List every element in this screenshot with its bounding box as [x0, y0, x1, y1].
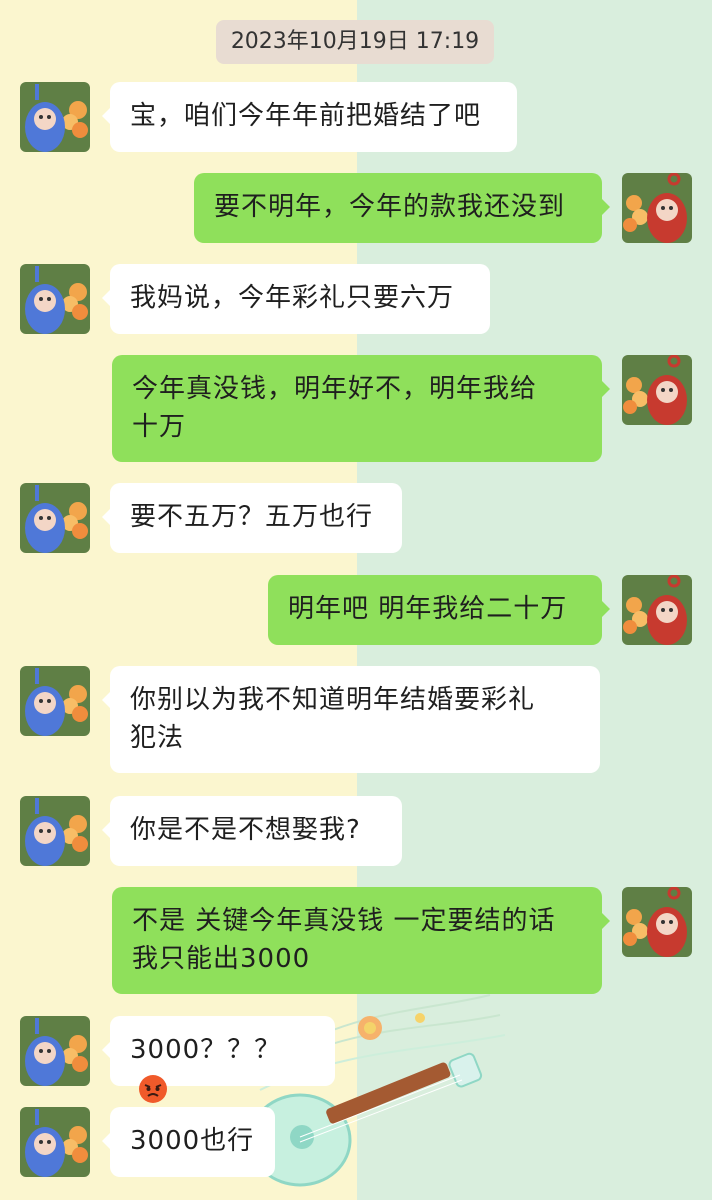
contact-avatar[interactable] [20, 82, 90, 152]
incoming-message-bubble[interactable]: 你别以为我不知道明年结婚要彩礼 犯法 [102, 666, 600, 773]
message-text-line-1: 你别以为我不知道明年结婚要彩礼 [130, 685, 536, 715]
my-avatar[interactable] [622, 887, 692, 957]
contact-avatar[interactable] [20, 666, 90, 736]
incoming-message-bubble[interactable]: 你是不是不想娶我? [102, 796, 402, 866]
angry-face-icon [139, 1074, 167, 1103]
message-timestamp: 2023年10月19日 17:19 [216, 20, 494, 64]
message-text-line-1: 今年真没钱，明年好不，明年我给 [132, 374, 538, 404]
incoming-message-bubble[interactable]: 宝，咱们今年年前把婚结了吧 [102, 82, 517, 152]
contact-avatar[interactable] [20, 1107, 90, 1177]
outgoing-message-bubble[interactable]: 明年吧 明年我给二十万 [268, 575, 610, 645]
message-text: 明年吧 明年我给二十万 [288, 594, 568, 624]
incoming-message-bubble[interactable]: 要不五万？五万也行 [102, 483, 402, 553]
outgoing-message-bubble[interactable]: 要不明年，今年的款我还没到 [194, 173, 610, 243]
message-text: 3000？？？ [130, 1035, 282, 1065]
outgoing-message-bubble[interactable]: 不是 关键今年真没钱 一定要结的话 我只能出3000 [112, 887, 610, 994]
message-text: 3000也行 [130, 1126, 255, 1156]
incoming-message-bubble[interactable]: 3000？？？ [102, 1016, 335, 1103]
incoming-message-bubble[interactable]: 我妈说，今年彩礼只要六万 [102, 264, 490, 334]
message-text: 宝，咱们今年年前把婚结了吧 [130, 101, 482, 131]
message-text: 要不明年，今年的款我还没到 [214, 192, 566, 222]
message-text-line-2: 我只能出3000 [132, 944, 311, 974]
my-avatar[interactable] [622, 575, 692, 645]
contact-avatar[interactable] [20, 1016, 90, 1086]
contact-avatar[interactable] [20, 264, 90, 334]
my-avatar[interactable] [622, 173, 692, 243]
message-text: 你是不是不想娶我? [130, 815, 361, 845]
message-text-line-2: 十万 [132, 412, 187, 442]
message-text-line-2: 犯法 [130, 723, 185, 753]
contact-avatar[interactable] [20, 796, 90, 866]
my-avatar[interactable] [622, 355, 692, 425]
message-text: 要不五万？五万也行 [130, 502, 374, 532]
message-text-line-1: 不是 关键今年真没钱 一定要结的话 [132, 906, 556, 936]
contact-avatar[interactable] [20, 483, 90, 553]
outgoing-message-bubble[interactable]: 今年真没钱，明年好不，明年我给 十万 [112, 355, 610, 462]
incoming-message-bubble[interactable]: 3000也行 [102, 1107, 275, 1177]
message-text: 我妈说，今年彩礼只要六万 [130, 283, 455, 313]
